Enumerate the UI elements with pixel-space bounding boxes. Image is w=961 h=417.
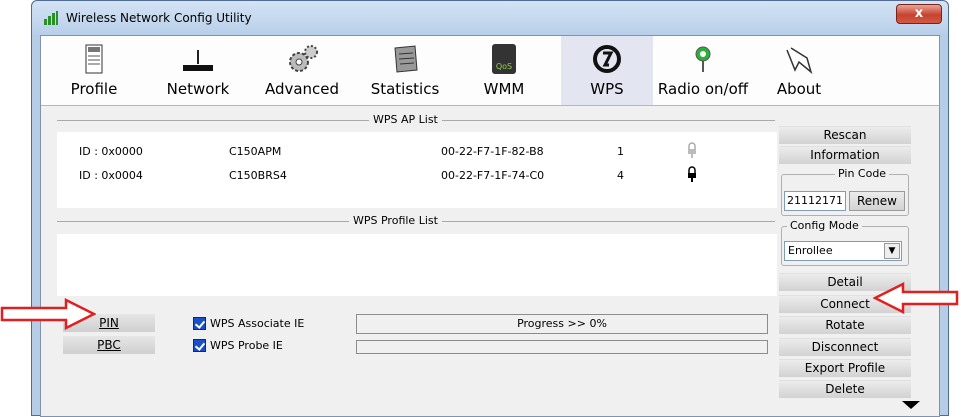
more-down-arrow-icon[interactable] <box>901 400 921 410</box>
dropdown-arrow-icon[interactable]: ▼ <box>884 243 900 259</box>
information-label: Information <box>810 148 880 162</box>
tab-about[interactable]: About <box>769 36 829 105</box>
ap-channel: 4 <box>617 169 624 182</box>
pin-code-value: 21112171 <box>787 194 843 207</box>
export-profile-label: Export Profile <box>804 361 886 375</box>
tab-statistics[interactable]: Statistics <box>359 36 451 105</box>
ap-id: ID : 0x0000 <box>79 145 143 158</box>
renew-label: Renew <box>857 194 897 208</box>
wmm-icon: QoS <box>492 44 516 74</box>
disconnect-button[interactable]: Disconnect <box>779 338 911 356</box>
table-row[interactable]: ID : 0x0004 C150BRS4 00-22-F7-1F-74-C0 4 <box>57 164 777 186</box>
pin-code-label: Pin Code <box>835 167 890 180</box>
locked-icon <box>688 166 696 182</box>
ap-ssid: C150APM <box>229 145 282 158</box>
rotate-label: Rotate <box>825 318 865 332</box>
app-icon <box>44 11 58 25</box>
wps-icon <box>593 45 621 73</box>
tab-advanced[interactable]: Advanced <box>256 36 348 105</box>
profile-icon <box>85 44 103 74</box>
radio-icon <box>695 46 711 72</box>
wps-ap-list[interactable]: ID : 0x0000 C150APM 00-22-F7-1F-82-B8 1 … <box>57 132 777 208</box>
tab-about-label: About <box>776 80 822 98</box>
close-button[interactable]: x <box>896 4 942 24</box>
tab-statistics-label: Statistics <box>370 80 440 98</box>
network-icon <box>183 50 213 71</box>
config-mode-label: Config Mode <box>787 219 862 232</box>
window-title: Wireless Network Config Utility <box>66 11 252 25</box>
left-arrow-icon <box>873 282 959 314</box>
connect-label: Connect <box>820 297 870 311</box>
information-button[interactable]: Information <box>779 146 911 164</box>
title-bar: Wireless Network Config Utility x <box>32 1 948 35</box>
associate-ie-label: WPS Associate IE <box>210 317 305 330</box>
about-icon <box>786 47 813 74</box>
delete-label: Delete <box>825 382 865 396</box>
advanced-icon <box>289 45 318 72</box>
ap-bssid: 00-22-F7-1F-74-C0 <box>441 169 545 182</box>
probe-ie-label: WPS Probe IE <box>210 339 283 352</box>
tab-wps[interactable]: WPS <box>561 36 653 105</box>
pin-code-field[interactable]: 21112171 <box>784 191 846 211</box>
detail-label: Detail <box>827 275 863 289</box>
wps-profile-list[interactable] <box>57 234 777 296</box>
probe-ie-checkbox[interactable] <box>193 339 206 352</box>
ap-ssid: C150BRS4 <box>229 169 287 182</box>
toolbar: Profile Network Advanced Statistics QoS … <box>41 36 939 106</box>
config-mode-value: Enrollee <box>788 244 833 257</box>
wps-ap-list-title: WPS AP List <box>369 113 442 126</box>
pin-button-label: PIN <box>99 316 119 330</box>
rotate-button[interactable]: Rotate <box>779 316 911 334</box>
tab-network[interactable]: Network <box>158 36 238 105</box>
progress-bar: Progress >> 0% <box>356 314 768 334</box>
ap-id: ID : 0x0004 <box>79 169 143 182</box>
wps-profile-list-title: WPS Profile List <box>349 214 442 227</box>
svg-text:QoS: QoS <box>496 62 512 71</box>
tab-wmm[interactable]: QoS WMM <box>469 36 539 105</box>
associate-ie-checkbox[interactable] <box>193 317 206 330</box>
ap-channel: 1 <box>617 145 624 158</box>
table-row[interactable]: ID : 0x0000 C150APM 00-22-F7-1F-82-B8 1 <box>57 140 777 162</box>
tab-wmm-label: WMM <box>483 80 525 98</box>
statistics-icon <box>394 45 418 73</box>
tab-radio-label: Radio on/off <box>657 80 749 98</box>
config-mode-select[interactable]: Enrollee ▼ <box>784 241 902 261</box>
ap-bssid: 00-22-F7-1F-82-B8 <box>441 145 544 158</box>
tab-wps-label: WPS <box>590 80 624 98</box>
tab-profile-label: Profile <box>70 80 118 98</box>
right-arrow-icon <box>0 298 96 330</box>
delete-button[interactable]: Delete <box>779 380 911 398</box>
renew-button[interactable]: Renew <box>849 191 905 211</box>
app-window: Wireless Network Config Utility x Profil… <box>31 0 949 417</box>
tab-advanced-label: Advanced <box>264 80 340 98</box>
tab-radio[interactable]: Radio on/off <box>653 36 753 105</box>
unlocked-icon <box>688 142 696 158</box>
tab-profile[interactable]: Profile <box>59 36 129 105</box>
pbc-button-label: PBC <box>97 338 121 352</box>
rescan-button[interactable]: Rescan <box>779 126 911 144</box>
export-profile-button[interactable]: Export Profile <box>779 359 911 377</box>
disconnect-label: Disconnect <box>811 340 879 354</box>
client-area: Profile Network Advanced Statistics QoS … <box>40 35 940 417</box>
status-bar <box>356 340 768 354</box>
pbc-button[interactable]: PBC <box>63 336 155 354</box>
tab-network-label: Network <box>166 80 230 98</box>
rescan-label: Rescan <box>823 128 867 142</box>
close-icon: x <box>914 6 924 21</box>
progress-text: Progress >> 0% <box>517 317 607 330</box>
